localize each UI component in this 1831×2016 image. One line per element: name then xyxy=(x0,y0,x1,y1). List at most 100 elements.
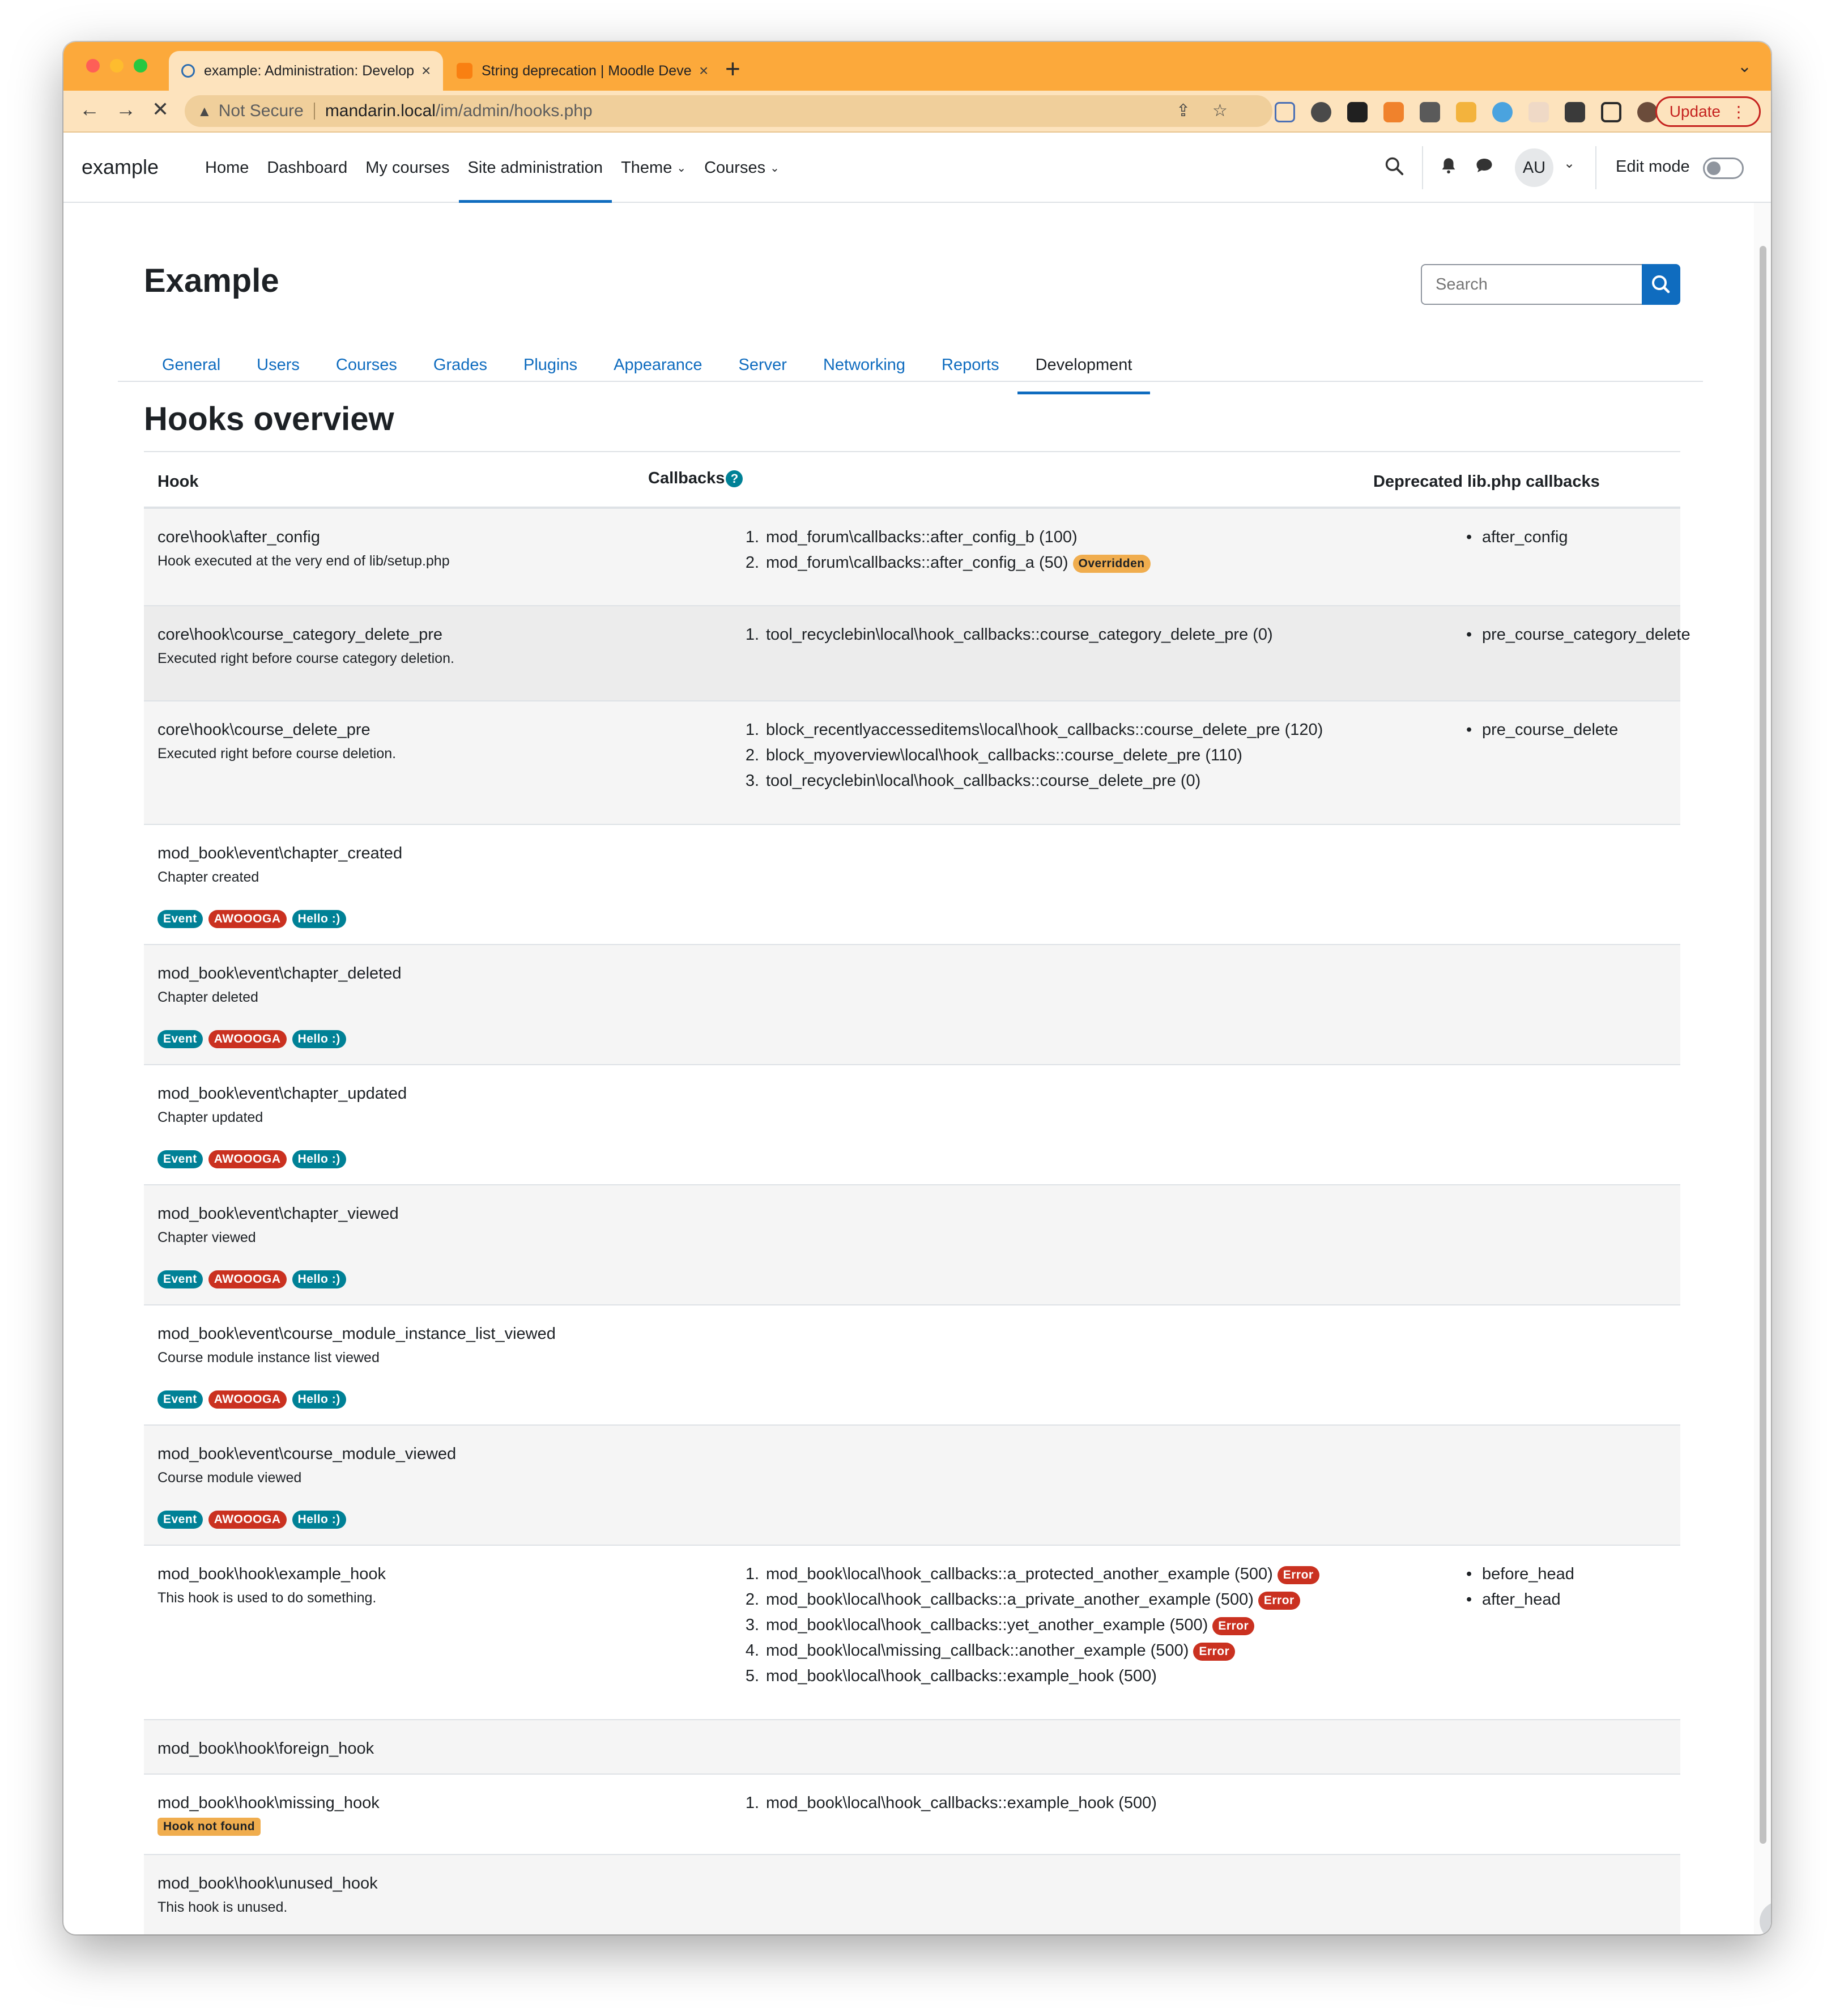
admin-search-input[interactable] xyxy=(1421,264,1642,305)
bullet: • xyxy=(1466,626,1472,644)
page-scrollbar[interactable] xyxy=(1754,203,1771,1934)
tab-reports[interactable]: Reports xyxy=(923,337,1017,393)
zoom-window-button[interactable] xyxy=(134,59,147,73)
side-panel-icon[interactable] xyxy=(1601,102,1621,122)
tab-label: Appearance xyxy=(614,355,702,374)
tab-label: Courses xyxy=(335,355,397,374)
divider xyxy=(118,381,1703,382)
hook-name: mod_book\event\course_module_instance_li… xyxy=(157,1325,556,1343)
tab-networking[interactable]: Networking xyxy=(805,337,923,393)
tab-plugins[interactable]: Plugins xyxy=(505,337,595,393)
callback-name: block_myoverview\local\hook_callbacks::c… xyxy=(766,746,1242,764)
bullet: • xyxy=(1466,721,1472,739)
browser-tab-active[interactable]: example: Administration: Development: Ho… xyxy=(169,51,444,91)
extension-mustache-icon[interactable] xyxy=(1456,102,1476,122)
chevron-down-icon[interactable]: ⌄ xyxy=(1564,155,1575,172)
table-row: mod_book\event\chapter_created Chapter c… xyxy=(144,825,1680,945)
messages-icon[interactable] xyxy=(1474,155,1494,181)
share-icon[interactable]: ⇪ xyxy=(1176,101,1190,121)
extension-check-icon[interactable] xyxy=(1492,102,1513,122)
tab-users[interactable]: Users xyxy=(239,337,318,393)
list-item: 1. mod_book\local\hook_callbacks::example… xyxy=(739,1794,1157,1819)
deprecated-callback: after_config xyxy=(1482,528,1568,546)
tag-list: Event AWOOOGA Hello :) xyxy=(157,1150,346,1168)
profile-avatar[interactable] xyxy=(1637,102,1658,122)
table-row: mod_book\event\course_module_instance_li… xyxy=(144,1305,1680,1426)
callback-name: tool_recyclebin\local\hook_callbacks::co… xyxy=(766,626,1273,644)
search-button[interactable] xyxy=(1642,264,1680,305)
close-window-button[interactable] xyxy=(86,59,100,73)
list-item: 4. mod_book\local\missing_callback::anoth… xyxy=(739,1641,1319,1667)
chevron-down-icon[interactable]: ⌄ xyxy=(1738,57,1752,76)
address-bar[interactable]: ▲ Not Secure mandarin.local /im/admin/ho… xyxy=(185,95,1272,127)
hook-name: mod_book\event\chapter_viewed xyxy=(157,1205,399,1223)
back-arrow-icon[interactable]: ← xyxy=(79,97,100,121)
tab-label: Grades xyxy=(433,355,488,374)
new-tab-button[interactable]: + xyxy=(725,53,740,84)
table-row: mod_book\hook\foreign_hook xyxy=(144,1720,1680,1775)
search-icon[interactable] xyxy=(1383,155,1405,182)
forward-arrow-icon[interactable]: → xyxy=(116,97,136,121)
update-button[interactable]: Update ⋮ xyxy=(1655,96,1761,127)
edit-mode-toggle[interactable] xyxy=(1703,158,1744,179)
tab-label: Server xyxy=(738,355,787,374)
more-vert-icon: ⋮ xyxy=(1731,103,1747,121)
bullet: • xyxy=(1466,1590,1472,1609)
item-number: 2. xyxy=(745,1590,759,1609)
bookmark-star-icon[interactable]: ☆ xyxy=(1212,101,1228,121)
tab-grades[interactable]: Grades xyxy=(415,337,505,393)
close-tab-icon[interactable]: × xyxy=(699,62,708,80)
item-number: 4. xyxy=(745,1641,759,1660)
edit-mode-label: Edit mode xyxy=(1616,158,1690,176)
tab-appearance[interactable]: Appearance xyxy=(595,337,720,393)
user-avatar[interactable]: AU xyxy=(1515,148,1553,187)
event-badge: Event xyxy=(157,1390,203,1409)
close-tab-icon[interactable]: × xyxy=(421,62,431,80)
table-row: mod_book\event\chapter_viewed Chapter vi… xyxy=(144,1185,1680,1305)
tag-list: Event AWOOOGA Hello :) xyxy=(157,910,346,928)
url-path: /im/admin/hooks.php xyxy=(435,101,593,120)
hook-name: core\hook\course_delete_pre xyxy=(157,721,371,739)
event-badge: Event xyxy=(157,910,203,928)
tab-courses[interactable]: Courses xyxy=(318,337,415,393)
item-number: 3. xyxy=(745,1616,759,1634)
extension-arrow-icon[interactable] xyxy=(1383,102,1404,122)
minimize-window-button[interactable] xyxy=(110,59,124,73)
extension-grid-icon[interactable] xyxy=(1528,102,1549,122)
extension-ghost-icon[interactable] xyxy=(1347,102,1368,122)
list-item: 2. mod_forum\callbacks::after_config_a (5… xyxy=(739,554,1151,579)
list-item: • pre_course_delete xyxy=(1466,721,1618,746)
stop-loading-icon[interactable]: ✕ xyxy=(152,97,169,121)
help-icon[interactable]: ? xyxy=(726,470,743,488)
tag-list: Event AWOOOGA Hello :) xyxy=(157,1511,346,1529)
extension-drive-icon[interactable] xyxy=(1275,102,1295,122)
extensions-puzzle-icon[interactable] xyxy=(1565,102,1585,122)
tab-title: example: Administration: Development: Ho… xyxy=(204,62,414,79)
event-badge: Event xyxy=(157,1030,203,1048)
callback-list: 1. mod_forum\callbacks::after_config_b (1… xyxy=(739,528,1151,579)
callback-list: 1. mod_book\local\hook_callbacks::example… xyxy=(739,1794,1157,1819)
tab-general[interactable]: General xyxy=(144,337,239,393)
awooga-badge: AWOOOGA xyxy=(208,1150,287,1168)
callback-list: 1. mod_book\local\hook_callbacks::a_prote… xyxy=(739,1565,1319,1692)
list-item: • pre_course_category_delete xyxy=(1466,626,1691,651)
browser-tab[interactable]: String deprecation | Moodle Developer Re… xyxy=(444,51,721,91)
list-item: • before_head xyxy=(1466,1565,1574,1590)
deprecated-list: • before_head • after_head xyxy=(1466,1565,1574,1616)
callback-name: mod_book\local\hook_callbacks::example_h… xyxy=(766,1667,1157,1685)
item-number: 1. xyxy=(745,721,759,739)
hook-description: Chapter viewed xyxy=(157,1230,256,1245)
tag-list: Event AWOOOGA Hello :) xyxy=(157,1030,346,1048)
hook-name: mod_book\event\chapter_deleted xyxy=(157,964,402,983)
awooga-badge: AWOOOGA xyxy=(208,1511,287,1529)
loading-icon xyxy=(181,64,195,78)
tab-development[interactable]: Development xyxy=(1017,337,1151,394)
tab-title: String deprecation | Moodle Developer Re… xyxy=(482,62,691,79)
scrollbar-thumb[interactable] xyxy=(1760,246,1766,1844)
hook-description: Executed right before course deletion. xyxy=(157,746,397,762)
tab-server[interactable]: Server xyxy=(721,337,805,393)
notification-bell-icon[interactable] xyxy=(1439,155,1458,181)
extension-shield-icon[interactable] xyxy=(1420,102,1440,122)
tab-label: Networking xyxy=(823,355,906,374)
extension-eye-icon[interactable] xyxy=(1311,102,1331,122)
